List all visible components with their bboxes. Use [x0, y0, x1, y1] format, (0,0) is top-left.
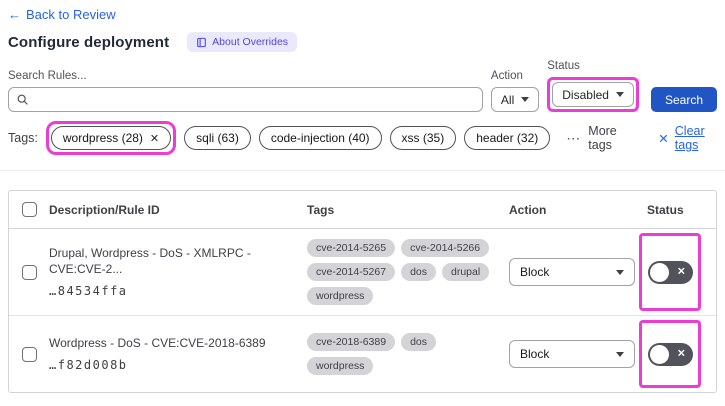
page-title: Configure deployment — [8, 33, 170, 51]
tag-pill-wordpress[interactable]: wordpress (28) ✕ — [50, 126, 172, 150]
chevron-down-icon — [616, 351, 624, 357]
status-toggle-highlight-box: ✕ — [639, 233, 701, 311]
action-dropdown[interactable]: Block — [509, 258, 635, 286]
table-row: Wordpress - DoS - CVE:CVE-2018-6389 …f82… — [9, 316, 716, 392]
action-dropdown[interactable]: Block — [509, 340, 635, 368]
search-rules-input[interactable] — [8, 87, 483, 112]
tags-bar: Tags: wordpress (28) ✕ sqli (63) code-in… — [8, 121, 717, 155]
table-row: Drupal, Wordpress - DoS - XMLRPC - CVE:C… — [9, 229, 716, 316]
back-to-review-link[interactable]: ← Back to Review — [8, 7, 116, 22]
title-row: Configure deployment About Overrides — [8, 32, 298, 52]
action-filter-value: All — [500, 92, 515, 107]
search-group: Search Rules... — [8, 70, 483, 112]
rule-description: Drupal, Wordpress - DoS - XMLRPC - CVE:C… — [49, 245, 251, 276]
tag-pill-xss[interactable]: xss (35) — [389, 126, 457, 150]
action-filter-group: Action All — [490, 70, 540, 112]
toggle-x-icon: ✕ — [677, 266, 686, 278]
rule-tag: drupal — [442, 263, 490, 281]
section-divider — [0, 170, 725, 171]
rule-tag: dos — [401, 263, 436, 281]
tag-pill-code-injection[interactable]: code-injection (40) — [258, 126, 382, 150]
toggle-knob — [649, 262, 669, 282]
about-overrides-badge[interactable]: About Overrides — [187, 32, 298, 52]
more-tags-button[interactable]: ⋯ More tags — [566, 124, 628, 152]
status-filter-dropdown[interactable]: Disabled — [552, 82, 634, 107]
rule-tag: wordpress — [307, 357, 374, 375]
clear-tags-link[interactable]: ✕ Clear tags — [658, 124, 717, 152]
action-filter-label: Action — [490, 70, 523, 82]
status-filter-highlight-box: Disabled — [547, 77, 639, 112]
rule-tag: cve-2014-5266 — [401, 239, 490, 257]
rule-id: …84534ffa — [49, 284, 128, 299]
rules-table: Description/Rule ID Tags Action Status D… — [8, 190, 717, 393]
filter-row: Search Rules... Action All Status Disabl… — [8, 60, 717, 112]
configure-deployment-page: ← Back to Review Configure deployment Ab… — [0, 0, 725, 406]
column-header-action: Action — [509, 202, 547, 217]
clear-x-icon: ✕ — [658, 131, 669, 146]
action-value: Block — [520, 265, 550, 279]
back-link-label: Back to Review — [26, 7, 116, 22]
chevron-down-icon — [521, 97, 530, 102]
back-arrow-icon: ← — [8, 7, 21, 22]
tag-pill-sqli[interactable]: sqli (63) — [184, 126, 251, 150]
search-button[interactable]: Search — [650, 87, 717, 112]
search-rules-label: Search Rules... — [8, 70, 87, 82]
status-toggle-off[interactable]: ✕ — [647, 260, 693, 284]
status-filter-value: Disabled — [562, 87, 609, 102]
tags-label: Tags: — [8, 131, 38, 145]
status-filter-label: Status — [547, 60, 580, 72]
column-header-tags: Tags — [307, 202, 335, 217]
rule-tag: cve-2014-5267 — [307, 263, 396, 281]
rule-description: Wordpress - DoS - CVE:CVE-2018-6389 — [49, 335, 266, 350]
table-header-row: Description/Rule ID Tags Action Status — [9, 191, 716, 229]
remove-tag-icon[interactable]: ✕ — [150, 132, 159, 145]
action-value: Block — [520, 347, 550, 361]
column-header-status: Status — [647, 202, 684, 217]
rule-tag: cve-2018-6389 — [307, 333, 396, 351]
toggle-x-icon: ✕ — [677, 348, 686, 360]
about-overrides-label: About Overrides — [212, 36, 289, 48]
selected-tag-highlight-box: wordpress (28) ✕ — [45, 121, 177, 155]
row-checkbox[interactable] — [21, 264, 37, 280]
more-tags-label: More tags — [588, 124, 617, 152]
rule-tag: dos — [401, 333, 436, 351]
tag-pill-header[interactable]: header (32) — [464, 126, 551, 150]
rule-id: …f82d008b — [49, 358, 128, 373]
clear-tags-label: Clear tags — [674, 124, 705, 152]
status-filter-group: Status Disabled — [547, 60, 639, 112]
book-icon — [196, 37, 207, 48]
select-all-checkbox[interactable] — [21, 202, 37, 217]
column-header-description: Description/Rule ID — [49, 202, 160, 217]
chevron-down-icon — [616, 269, 624, 275]
status-toggle-highlight-box: ✕ — [639, 320, 701, 388]
tag-pill-label: wordpress (28) — [62, 131, 143, 145]
ellipsis-icon: ⋯ — [566, 129, 582, 146]
chevron-down-icon — [615, 92, 624, 97]
rule-tags: cve-2014-5265 cve-2014-5266 cve-2014-526… — [307, 239, 509, 305]
action-filter-dropdown[interactable]: All — [490, 87, 540, 112]
status-toggle-off[interactable]: ✕ — [647, 342, 693, 366]
rule-tags: cve-2018-6389 dos wordpress — [307, 333, 509, 375]
rule-tag: cve-2014-5265 — [307, 239, 396, 257]
row-checkbox[interactable] — [21, 346, 37, 362]
toggle-knob — [649, 344, 669, 364]
rule-tag: wordpress — [307, 287, 374, 305]
